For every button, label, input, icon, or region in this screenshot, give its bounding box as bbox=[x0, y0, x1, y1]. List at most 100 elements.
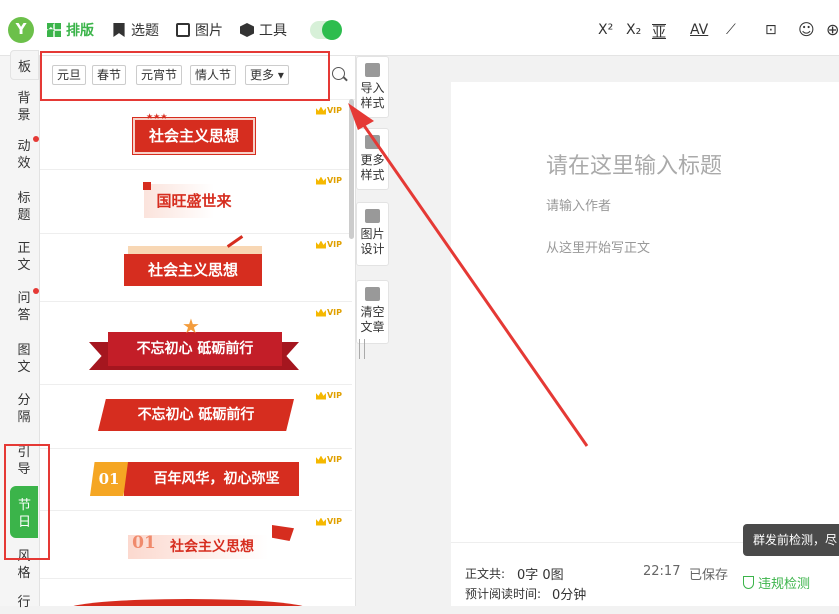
more-format-icon[interactable]: ⊕ bbox=[826, 20, 839, 39]
corner-decoration bbox=[143, 182, 151, 190]
template-banner-text: 社会主义思想 bbox=[132, 117, 256, 155]
nav-tools[interactable]: 工具 bbox=[240, 20, 287, 40]
wand-icon[interactable]: ⟋ bbox=[726, 22, 736, 38]
template-item[interactable]: VIP 百年风华，初心弥坚 01 bbox=[40, 449, 352, 511]
crown-icon bbox=[315, 308, 326, 317]
category-label: 分隔 bbox=[17, 393, 31, 425]
subscript-button[interactable]: X₂ bbox=[626, 22, 641, 38]
vip-badge: VIP bbox=[315, 176, 342, 185]
stars-decoration: ★★★ bbox=[146, 112, 168, 121]
new-badge bbox=[33, 288, 39, 294]
read-time-label: 预计阅读时间: bbox=[465, 587, 542, 601]
check-tooltip: 群发前检测，尽 bbox=[743, 524, 839, 556]
template-item[interactable]: VIP 社会主义思想 bbox=[40, 234, 352, 302]
word-count-value: 0字 0图 bbox=[517, 568, 564, 583]
resize-handle[interactable] bbox=[359, 339, 365, 359]
vip-label: VIP bbox=[326, 106, 342, 115]
tool-label: 清空 bbox=[360, 305, 385, 319]
tool-label: 文章 bbox=[360, 320, 385, 334]
crown-icon bbox=[315, 455, 326, 464]
template-panel: 元旦 春节 元宵节 情人节 更多 ▾ VIP 社会主义思想 ★★★ VIP 国旺… bbox=[40, 56, 356, 606]
template-item[interactable]: VIP 不忘初心 砥砺前行 ★ bbox=[40, 302, 352, 385]
emoji-icon[interactable]: ☺ bbox=[798, 20, 815, 39]
nav-images[interactable]: 图片 bbox=[176, 20, 223, 40]
nav-layout[interactable]: 排版 bbox=[47, 20, 94, 40]
category-label: 动效 bbox=[17, 139, 31, 171]
layout-icon bbox=[47, 23, 61, 37]
category-body[interactable]: 正文 bbox=[17, 236, 31, 284]
chart-icon[interactable]: ⊡ bbox=[765, 22, 777, 38]
template-item[interactable]: VIP 社会主义思想 ★★★ bbox=[40, 100, 352, 170]
shield-icon bbox=[743, 576, 754, 589]
template-banner-text: 百年风华，初心弥坚 bbox=[124, 462, 299, 496]
nav-tools-label: 工具 bbox=[259, 23, 287, 39]
line-spacing-button[interactable]: 亚 bbox=[652, 22, 666, 42]
tag-valentines[interactable]: 情人节 bbox=[190, 65, 237, 85]
template-banner-text: 国旺盛世来 bbox=[144, 184, 244, 218]
vip-label: VIP bbox=[326, 176, 342, 185]
category-qa[interactable]: 问答 bbox=[17, 286, 39, 334]
category-label: 节日 bbox=[18, 498, 32, 530]
trash-icon bbox=[365, 287, 380, 301]
letter-spacing-button[interactable]: AV bbox=[690, 22, 708, 38]
more-styles-button[interactable]: 更多 样式 bbox=[356, 128, 389, 190]
tool-label: 导入 bbox=[360, 81, 385, 95]
vip-label: VIP bbox=[326, 455, 342, 464]
template-item[interactable]: VIP 不忘初心 砥砺前行 bbox=[40, 385, 352, 449]
read-time-value: 0分钟 bbox=[552, 588, 587, 603]
category-title[interactable]: 标题 bbox=[17, 186, 31, 234]
category-label: 正文 bbox=[17, 241, 31, 273]
nav-topics[interactable]: 选题 bbox=[112, 20, 159, 40]
import-icon bbox=[365, 63, 380, 77]
template-item[interactable]: VIP 01 社会主义思想 bbox=[40, 511, 352, 579]
category-image-text[interactable]: 图文 bbox=[17, 338, 31, 386]
vip-badge: VIP bbox=[315, 455, 342, 464]
category-label: 标题 bbox=[17, 191, 31, 223]
author-input[interactable]: 请输入作者 bbox=[546, 195, 611, 214]
template-item[interactable] bbox=[40, 579, 352, 606]
flag-decoration bbox=[272, 525, 294, 541]
vip-badge: VIP bbox=[315, 517, 342, 526]
category-animation[interactable]: 动效 bbox=[17, 134, 39, 182]
new-badge bbox=[33, 136, 39, 142]
category-template[interactable]: 板 bbox=[10, 50, 39, 80]
save-time: 22:17 bbox=[643, 564, 681, 579]
mode-toggle[interactable] bbox=[310, 20, 342, 40]
festival-tag-bar: 元旦 春节 元宵节 情人节 更多 ▾ bbox=[40, 56, 355, 100]
image-icon bbox=[176, 23, 190, 37]
category-divider[interactable]: 分隔 bbox=[17, 388, 31, 436]
tool-label: 更多 bbox=[360, 153, 385, 167]
category-style[interactable]: 风格 bbox=[17, 544, 31, 592]
vip-badge: VIP bbox=[315, 391, 342, 400]
import-style-button[interactable]: 导入 样式 bbox=[356, 56, 389, 118]
title-input[interactable]: 请在这里输入标题 bbox=[546, 148, 722, 180]
vip-badge: VIP bbox=[315, 240, 342, 249]
search-icon[interactable] bbox=[332, 67, 345, 80]
category-guide[interactable]: 引导 bbox=[17, 440, 31, 488]
category-label: 图文 bbox=[17, 343, 31, 375]
category-row[interactable]: 行 bbox=[17, 594, 31, 614]
panel-scrollbar[interactable] bbox=[349, 99, 354, 239]
superscript-button[interactable]: X² bbox=[598, 22, 613, 38]
clear-article-button[interactable]: 清空 文章 bbox=[356, 280, 389, 344]
tag-new-year[interactable]: 元旦 bbox=[52, 65, 87, 85]
banner-top-stripe bbox=[128, 246, 262, 254]
crown-icon bbox=[315, 391, 326, 400]
template-banner-text: 不忘初心 砥砺前行 bbox=[98, 399, 294, 431]
category-festival[interactable]: 节日 bbox=[10, 486, 38, 538]
template-item[interactable]: VIP 国旺盛世来 bbox=[40, 170, 352, 234]
nav-images-label: 图片 bbox=[195, 23, 223, 39]
violation-check-button[interactable]: 违规检测 bbox=[743, 573, 810, 592]
template-number: 01 bbox=[90, 462, 128, 496]
star-decoration: ★ bbox=[182, 314, 200, 338]
tag-spring-festival[interactable]: 春节 bbox=[92, 65, 127, 85]
image-design-button[interactable]: 图片 设计 bbox=[356, 202, 389, 266]
tool-label: 样式 bbox=[360, 168, 385, 182]
nav-topics-label: 选题 bbox=[131, 23, 159, 39]
tool-label: 图片 bbox=[360, 227, 385, 241]
tag-lantern-festival[interactable]: 元宵节 bbox=[136, 65, 183, 85]
crown-icon bbox=[315, 240, 326, 249]
category-background[interactable]: 背景 bbox=[17, 84, 31, 130]
tag-more-dropdown[interactable]: 更多 ▾ bbox=[245, 65, 289, 85]
body-input[interactable]: 从这里开始写正文 bbox=[546, 237, 650, 256]
